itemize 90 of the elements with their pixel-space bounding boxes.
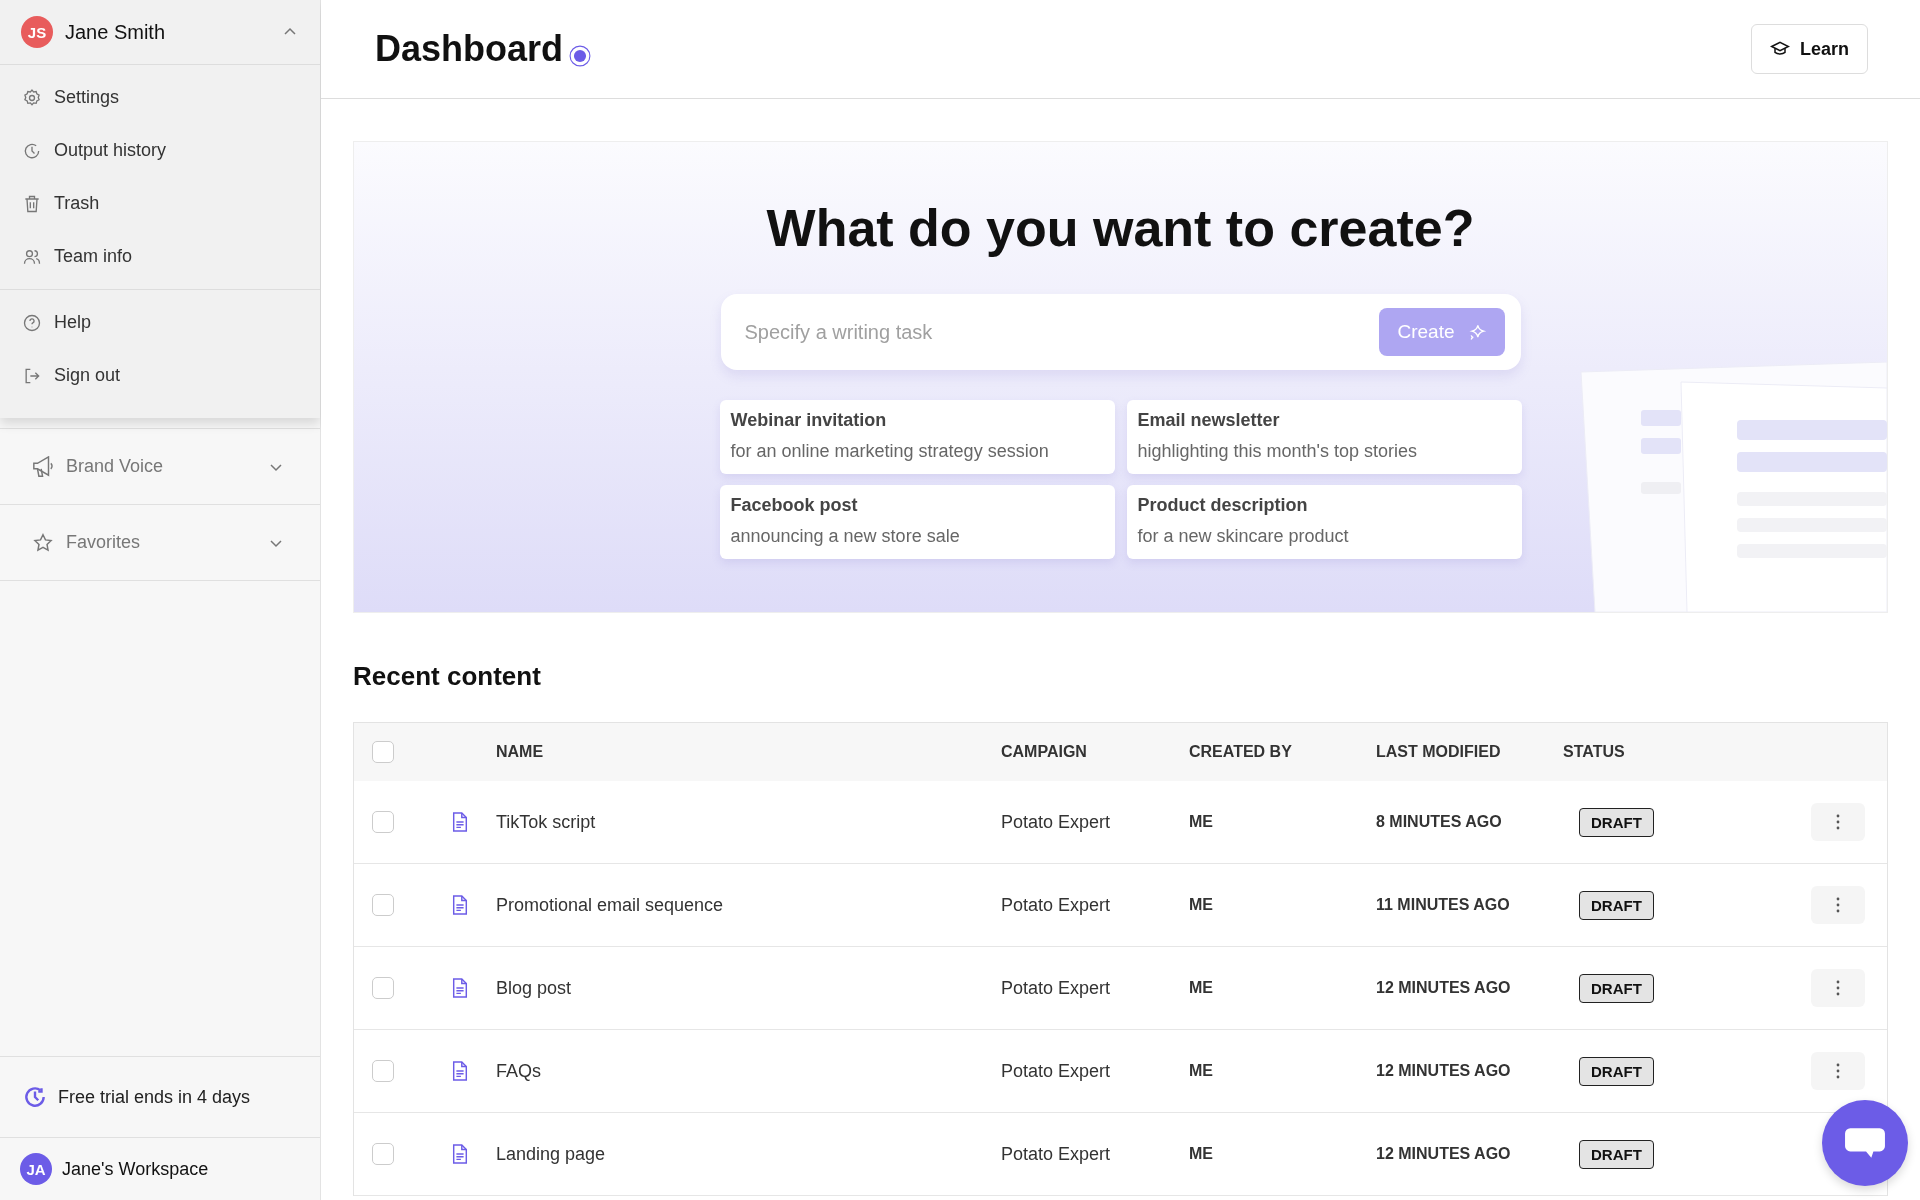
status-dot-icon bbox=[569, 45, 592, 67]
chat-icon bbox=[1844, 1126, 1886, 1160]
suggestion-card[interactable]: Email newsletter highlighting this month's top stories bbox=[1126, 400, 1522, 474]
suggestion-detail: for an online marketing strategy session bbox=[730, 441, 1050, 462]
clock-icon bbox=[22, 1084, 48, 1110]
menu-item[interactable]: Sign out bbox=[0, 349, 320, 402]
more-icon bbox=[1836, 897, 1840, 913]
workspace-avatar: JA bbox=[20, 1153, 52, 1185]
menu-item[interactable]: Help bbox=[0, 296, 320, 349]
sidebar-section[interactable]: Brand Voice bbox=[0, 429, 320, 505]
column-header: NAME bbox=[496, 743, 545, 761]
creator-cell-text: ME bbox=[1189, 813, 1214, 831]
document-icon bbox=[451, 978, 469, 998]
column-header: CAMPAIGN bbox=[1001, 743, 1088, 761]
status-badge: DRAFT bbox=[1579, 1139, 1654, 1169]
creator-cell-text: ME bbox=[1189, 1145, 1214, 1163]
document-icon bbox=[451, 812, 469, 832]
trial-text: Free trial ends in 4 days bbox=[58, 1086, 251, 1108]
star-icon bbox=[32, 531, 54, 554]
column-header: CREATED BY bbox=[1189, 743, 1293, 761]
content-name[interactable]: Blog post bbox=[496, 977, 1001, 999]
user-header[interactable]: JS Jane Smith bbox=[0, 0, 320, 65]
more-icon bbox=[1836, 980, 1840, 996]
modified-cell-text: 12 MINUTES AGO bbox=[1376, 1145, 1512, 1163]
row-checkbox[interactable] bbox=[372, 1060, 394, 1082]
campaign-cell-text: Potato Expert bbox=[1001, 894, 1112, 916]
suggestion-card[interactable]: Product description for a new skincare product bbox=[1126, 485, 1522, 559]
more-icon bbox=[1836, 814, 1840, 830]
suggestion-detail: announcing a new store sale bbox=[730, 526, 961, 547]
more-button[interactable] bbox=[1811, 886, 1865, 924]
suggestion-title: Product description bbox=[1137, 495, 1309, 516]
workspace-name: Jane's Workspace bbox=[62, 1158, 209, 1180]
content-name[interactable]: FAQs bbox=[496, 1060, 1001, 1082]
menu-item[interactable]: Output history bbox=[0, 124, 320, 177]
content-name[interactable]: Promotional email sequence bbox=[496, 894, 1001, 916]
document-icon bbox=[451, 895, 469, 915]
column-header: STATUS bbox=[1563, 743, 1626, 761]
content-name[interactable]: Landing page bbox=[496, 1143, 1001, 1165]
hero-title: What do you want to create? bbox=[766, 198, 1475, 258]
creator-cell-text: ME bbox=[1189, 979, 1214, 997]
column-header: LAST MODIFIED bbox=[1376, 743, 1502, 761]
modified-cell-text: 12 MINUTES AGO bbox=[1376, 979, 1512, 997]
modified-cell-text: 11 MINUTES AGO bbox=[1376, 896, 1511, 914]
document-icon bbox=[451, 1144, 469, 1164]
user-avatar: JS bbox=[21, 16, 53, 48]
settings-icon bbox=[22, 87, 42, 108]
select-all-checkbox[interactable] bbox=[372, 741, 394, 763]
status-badge: DRAFT bbox=[1579, 973, 1654, 1003]
learn-button[interactable]: Learn bbox=[1750, 24, 1868, 74]
document-icon bbox=[451, 1061, 469, 1081]
menu-item[interactable]: Trash bbox=[0, 177, 320, 230]
campaign-cell-text: Potato Expert bbox=[1001, 1060, 1112, 1082]
chat-button[interactable] bbox=[1822, 1100, 1908, 1186]
suggestion-title: Webinar invitation bbox=[730, 410, 888, 431]
suggestion-card[interactable]: Facebook post announcing a new store sale bbox=[719, 485, 1115, 559]
more-button[interactable] bbox=[1811, 1052, 1865, 1090]
more-button[interactable] bbox=[1811, 969, 1865, 1007]
modified-cell-text: 8 MINUTES AGO bbox=[1376, 813, 1503, 831]
trash-icon bbox=[22, 193, 42, 214]
more-button[interactable] bbox=[1811, 803, 1865, 841]
status-badge: DRAFT bbox=[1579, 890, 1654, 920]
user-name: Jane Smith bbox=[65, 20, 167, 44]
more-icon bbox=[1836, 1063, 1840, 1079]
suggestion-detail: highlighting this month's top stories bbox=[1137, 441, 1419, 462]
campaign-cell-text: Potato Expert bbox=[1001, 1143, 1112, 1165]
suggestion-title: Facebook post bbox=[730, 495, 859, 516]
content-name[interactable]: TikTok script bbox=[496, 811, 1001, 833]
section-title: Recent content bbox=[353, 661, 542, 692]
suggestion-title: Email newsletter bbox=[1137, 410, 1281, 431]
campaign-cell-text: Potato Expert bbox=[1001, 811, 1112, 833]
megaphone-icon bbox=[32, 455, 54, 478]
page-title: Dashboard bbox=[375, 28, 564, 70]
status-badge: DRAFT bbox=[1579, 807, 1654, 837]
status-badge: DRAFT bbox=[1579, 1056, 1654, 1086]
trial-notice[interactable]: Free trial ends in 4 days bbox=[0, 1056, 320, 1138]
row-checkbox[interactable] bbox=[372, 811, 394, 833]
workspace-switcher[interactable]: JA Jane's Workspace bbox=[0, 1138, 320, 1200]
help-icon bbox=[22, 312, 42, 333]
creator-cell-text: ME bbox=[1189, 1062, 1214, 1080]
menu-item[interactable]: Team info bbox=[0, 230, 320, 283]
modified-cell-text: 12 MINUTES AGO bbox=[1376, 1062, 1512, 1080]
row-checkbox[interactable] bbox=[372, 894, 394, 916]
campaign-cell-text: Potato Expert bbox=[1001, 977, 1112, 999]
menu-item[interactable]: Settings bbox=[0, 71, 320, 124]
sidebar-section[interactable]: Favorites bbox=[0, 505, 320, 581]
row-checkbox[interactable] bbox=[372, 977, 394, 999]
suggestion-detail: for a new skincare product bbox=[1137, 526, 1350, 547]
creator-cell-text: ME bbox=[1189, 896, 1214, 914]
suggestion-card[interactable]: Webinar invitation for an online marketing strategy session bbox=[719, 400, 1115, 474]
row-checkbox[interactable] bbox=[372, 1143, 394, 1165]
